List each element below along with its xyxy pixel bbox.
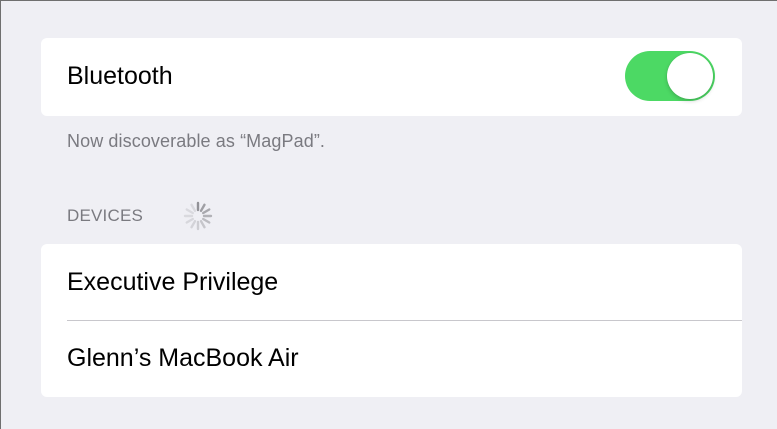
toggle-knob[interactable] [667,53,713,99]
bluetooth-row: Bluetooth [41,38,742,114]
bluetooth-toggle[interactable] [625,51,715,101]
bluetooth-settings-screen: Bluetooth Now discoverable as “MagPad”. … [0,0,777,429]
bluetooth-label: Bluetooth [67,61,173,90]
device-name: Executive Privilege [67,267,279,296]
device-row-executive-privilege[interactable]: Executive Privilege [41,244,742,321]
devices-section-header: DEVICES [67,206,144,225]
device-name: Glenn’s MacBook Air [67,343,299,372]
devices-list: Executive Privilege Glenn’s MacBook Air [41,244,742,397]
device-row-glenns-macbook-air[interactable]: Glenn’s MacBook Air [41,320,742,396]
discoverable-status: Now discoverable as “MagPad”. [67,131,326,151]
spinner-icon [183,201,213,231]
bluetooth-toggle-row: Bluetooth [41,38,742,116]
